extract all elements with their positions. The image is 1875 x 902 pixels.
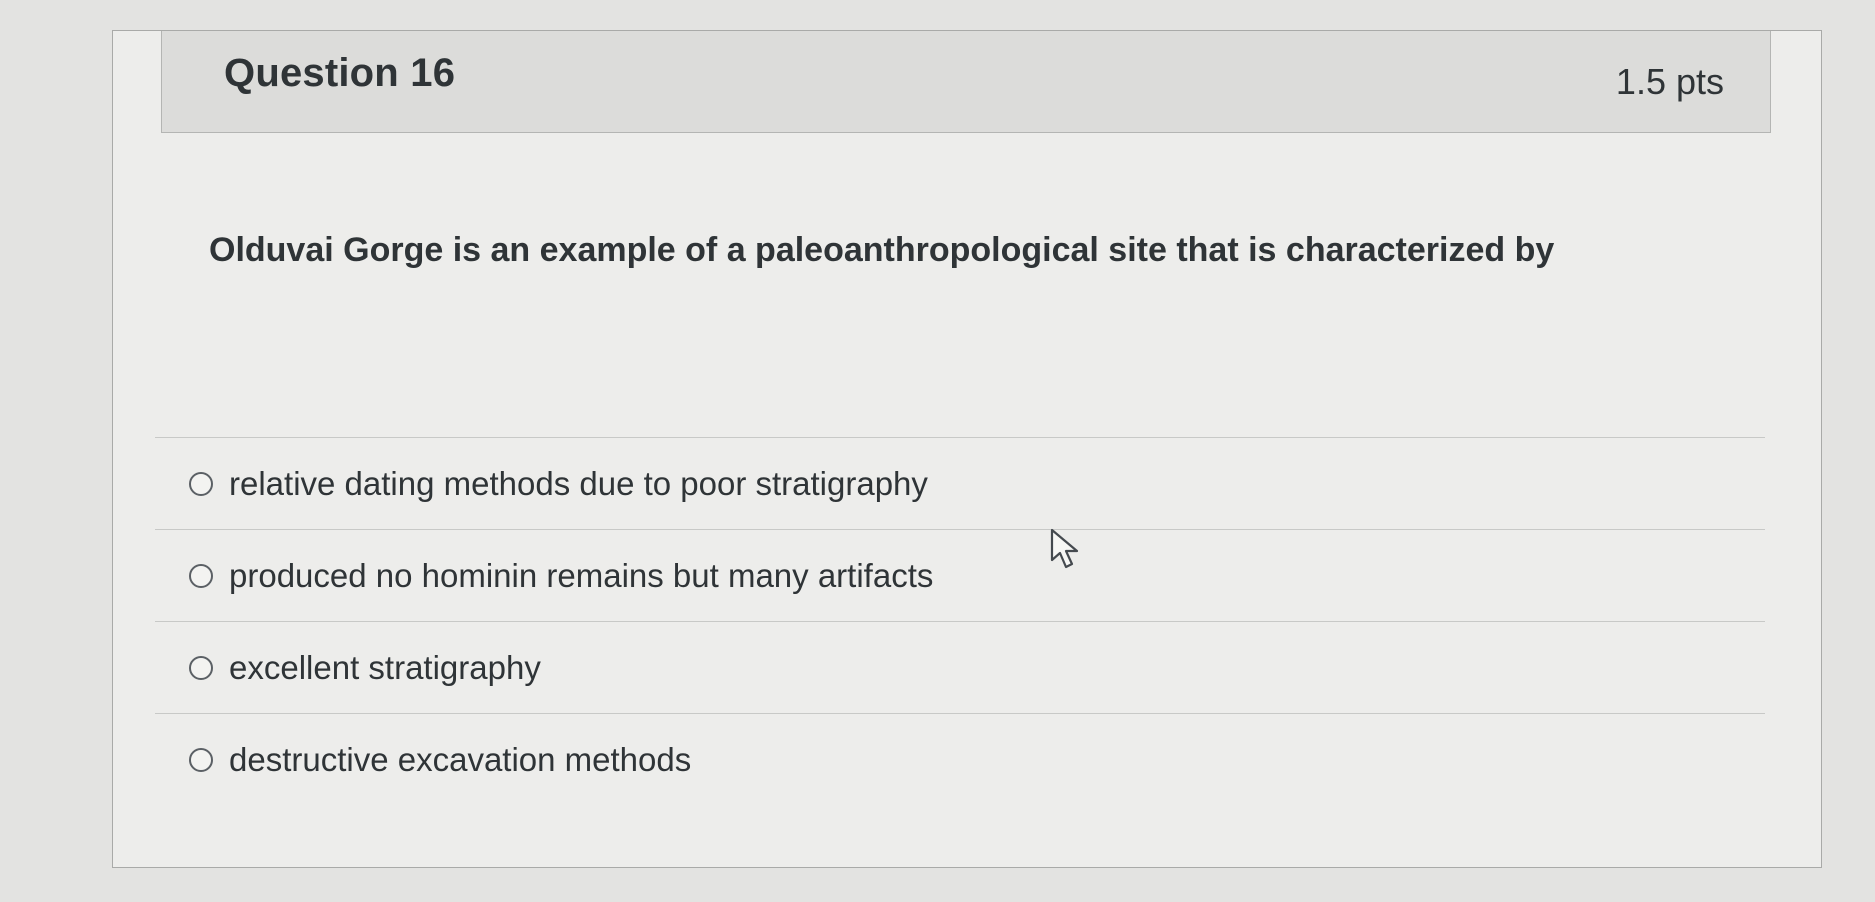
answer-option-1[interactable]: relative dating methods due to poor stra…: [155, 437, 1765, 529]
question-prompt: Olduvai Gorge is an example of a paleoan…: [209, 231, 1555, 269]
radio-button-icon[interactable]: [189, 563, 213, 588]
question-title: Question 16: [224, 51, 456, 95]
answer-list: relative dating methods due to poor stra…: [155, 437, 1765, 805]
question-card: Question 16 1.5 pts Olduvai Gorge is an …: [112, 30, 1822, 868]
answer-label: destructive excavation methods: [229, 740, 692, 778]
radio-button-icon[interactable]: [189, 747, 213, 772]
answer-label: relative dating methods due to poor stra…: [229, 464, 928, 502]
radio-button-icon[interactable]: [189, 471, 213, 496]
answer-option-4[interactable]: destructive excavation methods: [155, 713, 1765, 805]
radio-button-icon[interactable]: [189, 655, 213, 680]
answer-option-3[interactable]: excellent stratigraphy: [155, 621, 1765, 713]
question-points: 1.5 pts: [1615, 61, 1724, 102]
answer-label: produced no hominin remains but many art…: [229, 556, 934, 594]
answer-option-2[interactable]: produced no hominin remains but many art…: [155, 529, 1765, 621]
answer-label: excellent stratigraphy: [229, 648, 541, 686]
mouse-pointer-icon: [1050, 528, 1079, 569]
question-header: Question 16 1.5 pts: [161, 31, 1771, 133]
